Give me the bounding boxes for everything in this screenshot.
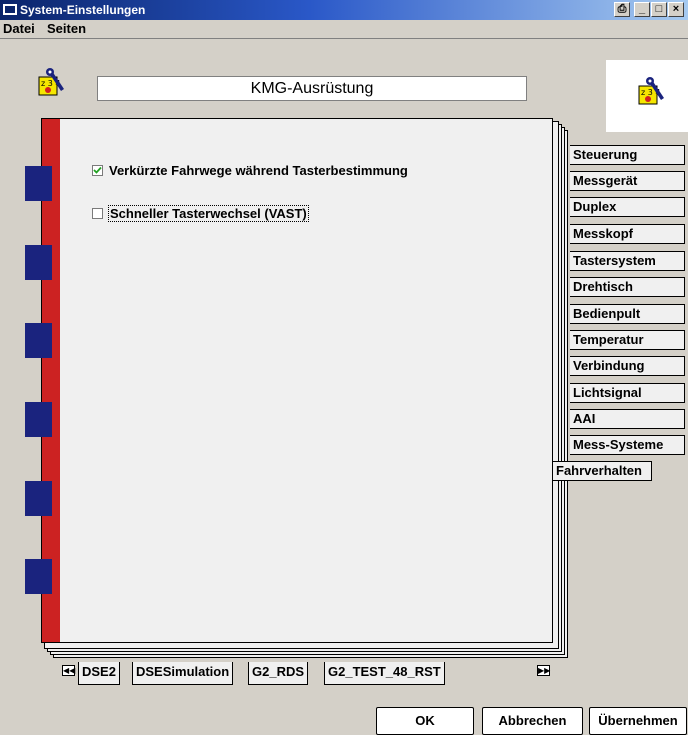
tab-bedienpult[interactable]: Bedienpult [570,304,685,324]
tab-fahrverhalten[interactable]: Fahrverhalten [552,461,652,481]
tab-lichtsignal[interactable]: Lichtsignal [570,383,685,403]
tab-temperatur[interactable]: Temperatur [570,330,685,350]
app-icon [3,4,17,15]
checkbox-fast-probe-change[interactable] [92,208,103,219]
tab-messgeraet[interactable]: Messgerät [570,171,685,191]
tab-mess-systeme[interactable]: Mess-Systeme [570,435,685,455]
tab-duplex[interactable]: Duplex [570,197,685,217]
menu-bar: Datei Seiten [0,20,688,39]
title-bar: System-Einstellungen ⎙ _ □ × [0,0,688,20]
scroll-right-icon[interactable]: ▶▶ [537,665,550,676]
settings-tool-icon: z 3 4 [38,68,64,96]
tab-aai[interactable]: AAI [570,409,685,429]
tab-dse2[interactable]: DSE2 [78,662,120,685]
tab-verbindung[interactable]: Verbindung [570,356,685,376]
print-icon[interactable]: ⎙ [614,2,630,17]
cancel-button[interactable]: Abbrechen [482,707,583,735]
binder-ring [25,402,52,437]
close-button[interactable]: × [668,2,684,17]
settings-tool-icon-large: z 3 4 [638,77,664,105]
option-short-travel[interactable]: Verkürzte Fahrwege während Tasterbestimm… [92,163,408,178]
binder-ring [25,245,52,280]
tab-steuerung[interactable]: Steuerung [570,145,685,165]
maximize-button[interactable]: □ [651,2,667,17]
check-icon [93,166,102,174]
icon-panel: z 3 4 [606,60,688,132]
tab-g2-rds[interactable]: G2_RDS [248,662,309,685]
option-label: Verkürzte Fahrwege während Tasterbestimm… [109,163,408,178]
tab-drehtisch[interactable]: Drehtisch [570,277,685,297]
window-title: System-Einstellungen [20,3,146,17]
ok-button[interactable]: OK [376,707,474,735]
tab-dsesimulation[interactable]: DSESimulation [132,662,234,685]
tab-messkopf[interactable]: Messkopf [570,224,685,244]
binder-ring [25,481,52,516]
tab-g2-test-48-rst[interactable]: G2_TEST_48_RST [324,662,445,685]
binder-ring [25,166,52,201]
menu-seiten[interactable]: Seiten [47,21,86,36]
tab-tastersystem[interactable]: Tastersystem [570,251,685,271]
scroll-left-icon[interactable]: ◀◀ [62,665,75,676]
minimize-button[interactable]: _ [634,2,650,17]
binder-ring [25,323,52,358]
section-title: KMG-Ausrüstung [97,76,527,101]
menu-datei[interactable]: Datei [3,21,35,36]
option-label: Schneller Tasterwechsel (VAST) [108,205,309,222]
notebook-page [41,118,553,643]
binder-ring [25,559,52,594]
option-fast-probe-change[interactable]: Schneller Tasterwechsel (VAST) [92,205,309,222]
apply-button[interactable]: Übernehmen [589,707,687,735]
checkbox-short-travel[interactable] [92,165,103,176]
